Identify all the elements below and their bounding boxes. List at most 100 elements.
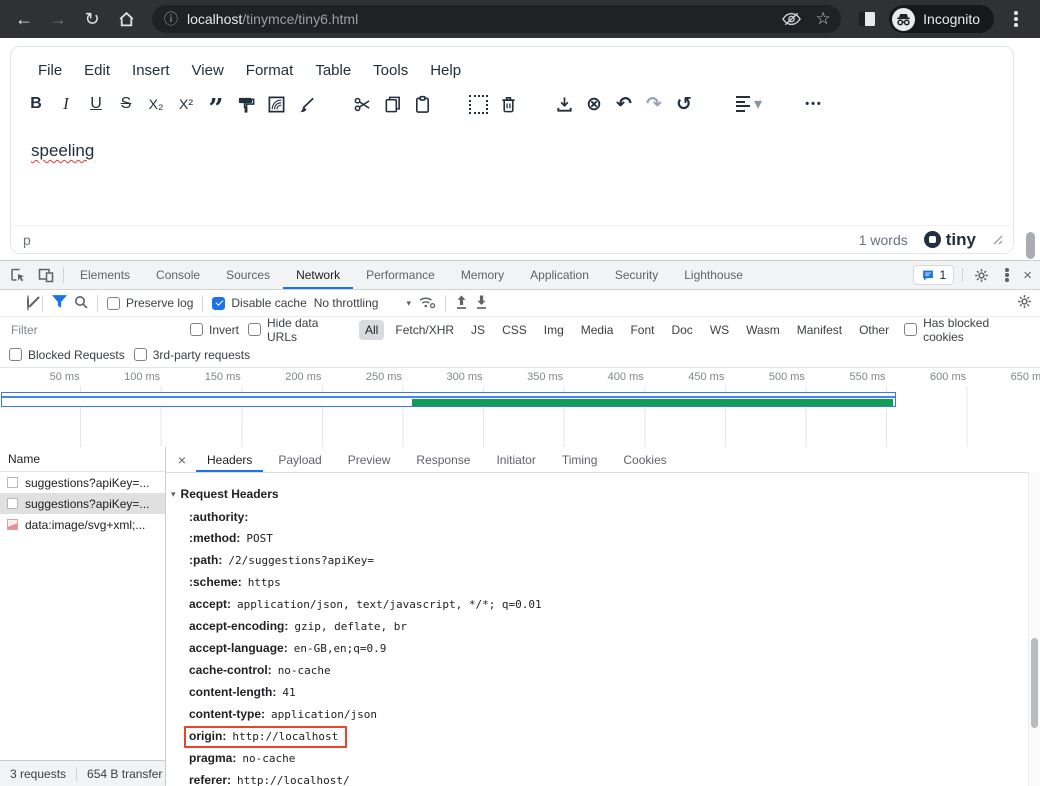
word-count[interactable]: 1 words xyxy=(859,232,908,248)
menu-item[interactable]: Edit xyxy=(73,58,121,83)
devtools-tab[interactable]: Sources xyxy=(213,261,283,289)
devtools-tab[interactable]: Memory xyxy=(448,261,517,289)
menu-item[interactable]: Help xyxy=(419,58,472,83)
network-overview-timeline[interactable]: 50 ms100 ms150 ms200 ms250 ms300 ms350 m… xyxy=(0,368,1040,451)
header-row[interactable]: cache-control:no-cache xyxy=(171,660,1024,682)
align-button[interactable]: ▾ xyxy=(725,89,773,119)
resource-type-filter[interactable]: Img xyxy=(538,320,570,340)
image-frame-button[interactable] xyxy=(261,89,291,119)
detail-tab[interactable]: Initiator xyxy=(483,447,548,472)
detail-tab[interactable]: Headers xyxy=(194,447,265,472)
devtools-settings-button[interactable] xyxy=(971,268,991,283)
header-row[interactable]: :scheme:https xyxy=(171,572,1024,594)
console-messages-badge[interactable]: 1 xyxy=(913,265,955,285)
tracking-protection-button[interactable] xyxy=(777,5,805,33)
menu-item[interactable]: File xyxy=(27,58,73,83)
detail-scrollbar[interactable] xyxy=(1028,472,1040,786)
paste-button[interactable] xyxy=(407,89,437,119)
resource-type-filter[interactable]: Doc xyxy=(665,320,698,340)
detail-tab[interactable]: Payload xyxy=(265,447,334,472)
bookmark-button[interactable]: ☆ xyxy=(809,5,837,33)
misspelled-word[interactable]: speeling xyxy=(31,141,94,160)
header-row[interactable]: accept-encoding:gzip, deflate, br xyxy=(171,616,1024,638)
header-row[interactable]: accept-language:en-GB,en;q=0.9 xyxy=(171,638,1024,660)
header-row[interactable]: :method:POST xyxy=(171,528,1024,550)
bold-button[interactable]: B xyxy=(21,89,51,119)
request-headers-section[interactable]: ▾ Request Headers xyxy=(171,482,1024,506)
header-row[interactable]: :path:/2/suggestions?apiKey= xyxy=(171,550,1024,572)
detail-scrollbar-thumb[interactable] xyxy=(1031,638,1038,728)
superscript-button[interactable]: X² xyxy=(171,89,201,119)
resource-type-filter[interactable]: Fetch/XHR xyxy=(389,320,460,340)
detail-tab[interactable]: Timing xyxy=(549,447,611,472)
resource-type-filter[interactable]: JS xyxy=(465,320,491,340)
element-path[interactable]: p xyxy=(23,232,31,248)
side-panel-button[interactable] xyxy=(851,3,883,35)
export-har-button[interactable] xyxy=(475,295,488,312)
resource-type-filter[interactable]: WS xyxy=(704,320,735,340)
menu-item[interactable]: View xyxy=(181,58,235,83)
resize-grip-icon[interactable] xyxy=(992,234,1003,245)
inspect-element-button[interactable] xyxy=(4,261,32,289)
page-scrollbar-thumb[interactable] xyxy=(1026,232,1035,259)
resource-type-filter[interactable]: Media xyxy=(575,320,620,340)
resource-type-filter[interactable]: Wasm xyxy=(740,320,786,340)
header-row[interactable]: content-length:41 xyxy=(171,682,1024,704)
forward-button[interactable]: → xyxy=(42,3,74,35)
brush-button[interactable] xyxy=(291,89,321,119)
request-row[interactable]: data:image/svg+xml;... xyxy=(0,514,165,535)
delete-button[interactable] xyxy=(493,89,523,119)
disable-cache-checkbox[interactable]: Disable cache xyxy=(212,296,306,310)
devtools-tab[interactable]: Elements xyxy=(67,261,143,289)
network-conditions-button[interactable] xyxy=(418,295,436,312)
redo-button[interactable]: ↷ xyxy=(639,89,669,119)
devtools-tab[interactable]: Application xyxy=(517,261,602,289)
devtools-tab[interactable]: Security xyxy=(602,261,671,289)
has-blocked-cookies-checkbox[interactable]: Has blocked cookies xyxy=(904,316,1031,344)
browser-menu-button[interactable] xyxy=(1000,3,1032,35)
header-row[interactable]: referer:http://localhost/ xyxy=(171,770,1024,786)
address-bar[interactable]: ⓘ localhost/tinymce/tiny6.html ☆ xyxy=(152,5,841,33)
import-har-button[interactable] xyxy=(455,295,468,312)
search-button[interactable] xyxy=(74,295,88,312)
blockquote-button[interactable]: ” xyxy=(201,89,231,119)
menu-item[interactable]: Tools xyxy=(362,58,419,83)
export-button[interactable] xyxy=(549,89,579,119)
devtools-tab[interactable]: Console xyxy=(143,261,213,289)
filter-toggle-button[interactable] xyxy=(52,295,67,311)
hide-data-urls-checkbox[interactable]: Hide data URLs xyxy=(248,316,350,344)
underline-button[interactable]: U xyxy=(81,89,111,119)
record-button[interactable] xyxy=(8,296,16,310)
detail-tab[interactable]: Cookies xyxy=(610,447,679,472)
strikethrough-button[interactable]: S xyxy=(111,89,141,119)
editor-content-area[interactable]: speeling xyxy=(11,125,1013,225)
request-row[interactable]: suggestions?apiKey=... xyxy=(0,472,165,493)
menu-item[interactable]: Insert xyxy=(121,58,181,83)
resource-type-filter[interactable]: Manifest xyxy=(791,320,848,340)
header-row[interactable]: :authority: xyxy=(171,506,1024,528)
devtools-close-button[interactable]: × xyxy=(1023,267,1032,284)
filter-input[interactable] xyxy=(9,322,181,338)
throttling-select[interactable]: No throttling ▾ xyxy=(314,296,411,310)
home-button[interactable] xyxy=(110,3,142,35)
tiny-brand[interactable]: tiny xyxy=(924,230,976,250)
resource-type-filter[interactable]: CSS xyxy=(496,320,533,340)
format-painter-button[interactable] xyxy=(231,89,261,119)
site-info-icon[interactable]: ⓘ xyxy=(164,9,178,29)
header-row[interactable]: accept:application/json, text/javascript… xyxy=(171,594,1024,616)
devtools-tab[interactable]: Lighthouse xyxy=(671,261,756,289)
request-row[interactable]: suggestions?apiKey=... xyxy=(0,493,165,514)
invert-checkbox[interactable]: Invert xyxy=(190,323,239,337)
back-button[interactable]: ← xyxy=(8,3,40,35)
header-row[interactable]: origin:http://localhost xyxy=(171,726,1024,748)
detail-tab[interactable]: Response xyxy=(403,447,483,472)
name-column-header[interactable]: Name xyxy=(0,447,165,472)
subscript-button[interactable]: X₂ xyxy=(141,89,171,119)
devtools-menu-button[interactable] xyxy=(999,273,1015,277)
restore-draft-button[interactable]: ↺ xyxy=(669,89,699,119)
preserve-log-checkbox[interactable]: Preserve log xyxy=(107,296,193,310)
menu-item[interactable]: Format xyxy=(235,58,305,83)
devtools-tab[interactable]: Performance xyxy=(353,261,448,289)
cancel-button[interactable]: ⊗ xyxy=(579,89,609,119)
italic-button[interactable]: I xyxy=(51,89,81,119)
